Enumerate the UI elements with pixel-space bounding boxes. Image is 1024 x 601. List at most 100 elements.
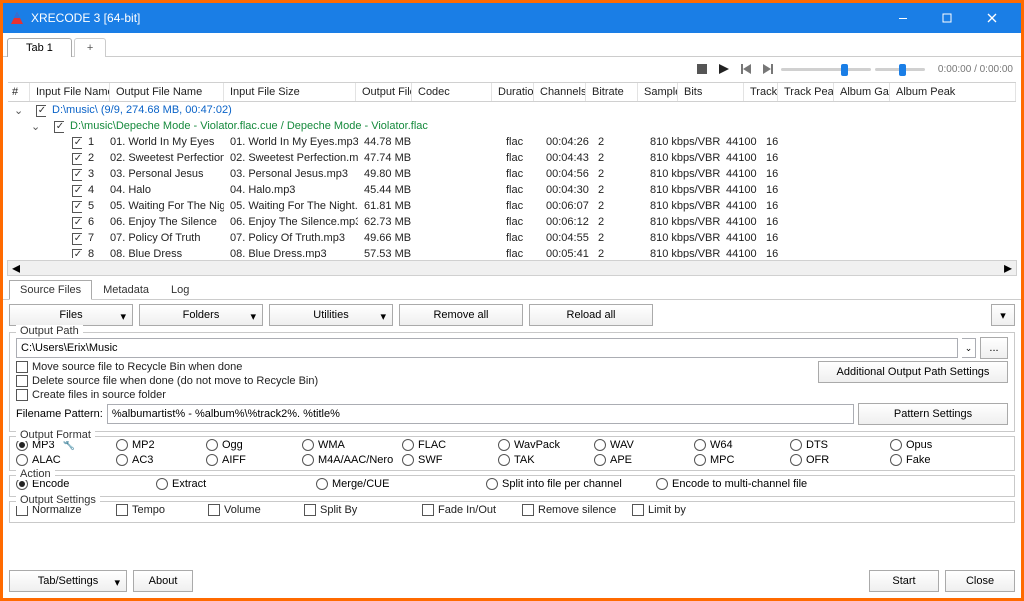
track-row[interactable]: 303. Personal Jesus03. Personal Jesus.mp… bbox=[8, 166, 1016, 182]
tree-root-row[interactable]: ⌄ D:\music\ (9/9, 274.68 MB, 00:47:02) bbox=[8, 102, 1016, 118]
format-wma[interactable]: WMA bbox=[302, 439, 402, 451]
col-samplerate[interactable]: Sample Rate bbox=[638, 83, 678, 101]
format-m4aaacnero[interactable]: M4A/AAC/Nero bbox=[302, 454, 402, 466]
col-insize[interactable]: Input File Size bbox=[224, 83, 356, 101]
track-row[interactable]: 101. World In My Eyes01. World In My Eye… bbox=[8, 134, 1016, 150]
tree-album-row[interactable]: ⌄ D:\music\Depeche Mode - Violator.flac.… bbox=[8, 118, 1016, 134]
format-ogg[interactable]: Ogg bbox=[206, 439, 302, 451]
grid-header[interactable]: # Input File Name Output File Name Input… bbox=[8, 82, 1016, 102]
col-bitrate[interactable]: Bitrate bbox=[586, 83, 638, 101]
output-path-input[interactable] bbox=[16, 338, 958, 358]
action-extract[interactable]: Extract bbox=[156, 478, 316, 490]
radio[interactable] bbox=[790, 454, 802, 466]
checkbox[interactable] bbox=[16, 361, 28, 373]
col-albumgain[interactable]: Album Gain bbox=[834, 83, 890, 101]
action-encode-to-multi-channel-file[interactable]: Encode to multi-channel file bbox=[656, 478, 856, 490]
prev-button[interactable] bbox=[737, 60, 755, 78]
path-history-dropdown[interactable]: ⌄ bbox=[962, 338, 976, 358]
track-row[interactable]: 404. Halo04. Halo.mp345.44 MBflac00:04:3… bbox=[8, 182, 1016, 198]
setting-remove-silence[interactable]: Remove silence bbox=[522, 504, 632, 516]
checkbox[interactable] bbox=[72, 153, 82, 165]
checkbox[interactable] bbox=[632, 504, 644, 516]
maximize-button[interactable] bbox=[925, 3, 969, 33]
tab-source-files[interactable]: Source Files bbox=[9, 280, 92, 300]
radio[interactable] bbox=[486, 478, 498, 490]
radio[interactable] bbox=[316, 478, 328, 490]
track-row[interactable]: 505. Waiting For The Night05. Waiting Fo… bbox=[8, 198, 1016, 214]
radio[interactable] bbox=[206, 454, 218, 466]
filename-pattern-input[interactable] bbox=[107, 404, 854, 424]
radio[interactable] bbox=[790, 439, 802, 451]
additional-output-settings-button[interactable]: Additional Output Path Settings bbox=[818, 361, 1008, 383]
format-aiff[interactable]: AIFF bbox=[206, 454, 302, 466]
tab-settings-dropdown[interactable]: Tab/Settings▾ bbox=[9, 570, 127, 592]
about-button[interactable]: About bbox=[133, 570, 193, 592]
checkbox[interactable] bbox=[36, 105, 46, 117]
radio[interactable] bbox=[302, 439, 314, 451]
track-row[interactable]: 707. Policy Of Truth07. Policy Of Truth.… bbox=[8, 230, 1016, 246]
radio[interactable] bbox=[594, 454, 606, 466]
setting-tempo[interactable]: Tempo bbox=[116, 504, 208, 516]
horizontal-scrollbar[interactable]: ◂ ▸ bbox=[7, 260, 1017, 276]
checkbox[interactable] bbox=[304, 504, 316, 516]
pattern-settings-button[interactable]: Pattern Settings bbox=[858, 403, 1008, 425]
format-ape[interactable]: APE bbox=[594, 454, 694, 466]
scroll-left-icon[interactable]: ◂ bbox=[8, 261, 24, 275]
format-swf[interactable]: SWF bbox=[402, 454, 498, 466]
action-merge-cue[interactable]: Merge/CUE bbox=[316, 478, 486, 490]
format-wavpack[interactable]: WavPack bbox=[498, 439, 594, 451]
col-codec[interactable]: Codec bbox=[412, 83, 492, 101]
checkbox[interactable] bbox=[522, 504, 534, 516]
checkbox[interactable] bbox=[16, 389, 28, 401]
radio[interactable] bbox=[116, 439, 128, 451]
setting-split-by[interactable]: Split By bbox=[304, 504, 422, 516]
radio[interactable] bbox=[402, 454, 414, 466]
checkbox[interactable] bbox=[72, 249, 82, 260]
radio[interactable] bbox=[498, 439, 510, 451]
folders-dropdown[interactable]: Folders▾ bbox=[139, 304, 263, 326]
radio[interactable] bbox=[656, 478, 668, 490]
col-trackgain[interactable]: Track Gain bbox=[744, 83, 778, 101]
collapse-icon[interactable]: ⌄ bbox=[31, 120, 40, 133]
album-label[interactable]: D:\music\Depeche Mode - Violator.flac.cu… bbox=[64, 120, 434, 132]
checkbox[interactable] bbox=[16, 375, 28, 387]
tab-add[interactable]: + bbox=[74, 38, 106, 57]
format-tak[interactable]: TAK bbox=[498, 454, 594, 466]
close-app-button[interactable]: Close bbox=[945, 570, 1015, 592]
track-row[interactable]: 606. Enjoy The Silence06. Enjoy The Sile… bbox=[8, 214, 1016, 230]
col-output[interactable]: Output File Name bbox=[110, 83, 224, 101]
radio[interactable] bbox=[116, 454, 128, 466]
radio[interactable] bbox=[594, 439, 606, 451]
action-split-into-file-per-channel[interactable]: Split into file per channel bbox=[486, 478, 656, 490]
next-button[interactable] bbox=[759, 60, 777, 78]
radio[interactable] bbox=[402, 439, 414, 451]
start-button[interactable]: Start bbox=[869, 570, 939, 592]
close-button[interactable] bbox=[969, 3, 1015, 33]
root-label[interactable]: D:\music\ (9/9, 274.68 MB, 00:47:02) bbox=[46, 104, 238, 116]
checkbox[interactable] bbox=[208, 504, 220, 516]
col-albumpeak[interactable]: Album Peak bbox=[890, 83, 1016, 101]
checkbox[interactable] bbox=[54, 121, 64, 133]
col-outsize[interactable]: Output File Size bbox=[356, 83, 412, 101]
volume-slider[interactable] bbox=[875, 62, 925, 76]
checkbox[interactable] bbox=[72, 201, 82, 213]
scroll-right-icon[interactable]: ▸ bbox=[1000, 261, 1016, 275]
format-w64[interactable]: W64 bbox=[694, 439, 790, 451]
remove-all-button[interactable]: Remove all bbox=[399, 304, 523, 326]
radio[interactable] bbox=[694, 454, 706, 466]
checkbox[interactable] bbox=[422, 504, 434, 516]
stop-button[interactable] bbox=[693, 60, 711, 78]
col-duration[interactable]: Duration bbox=[492, 83, 534, 101]
setting-limit-by[interactable]: Limit by bbox=[632, 504, 722, 516]
checkbox[interactable] bbox=[72, 217, 82, 229]
minimize-button[interactable] bbox=[881, 3, 925, 33]
radio[interactable] bbox=[16, 454, 28, 466]
radio[interactable] bbox=[498, 454, 510, 466]
browse-button[interactable]: ... bbox=[980, 337, 1008, 359]
checkbox[interactable] bbox=[72, 169, 82, 181]
more-dropdown[interactable]: ▾ bbox=[991, 304, 1015, 326]
radio[interactable] bbox=[890, 454, 902, 466]
col-trackpeak[interactable]: Track Peak bbox=[778, 83, 834, 101]
files-dropdown[interactable]: Files▾ bbox=[9, 304, 133, 326]
setting-volume[interactable]: Volume bbox=[208, 504, 304, 516]
